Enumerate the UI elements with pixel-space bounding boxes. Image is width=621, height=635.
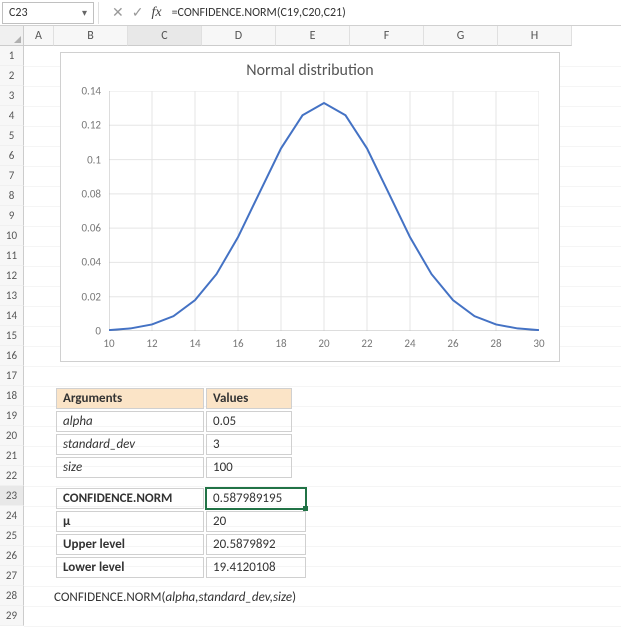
arg-value[interactable]: 100: [206, 457, 292, 478]
row-header-29[interactable]: 29: [0, 606, 24, 626]
function-syntax: CONFIDENCE.NORM(alpha,standard_dev,size): [54, 590, 296, 605]
chart-title: Normal distribution: [61, 61, 559, 80]
arg-name: standard_dev: [56, 434, 204, 455]
row-header-21[interactable]: 21: [0, 446, 24, 466]
row-header-4[interactable]: 4: [0, 106, 24, 126]
row-header-6[interactable]: 6: [0, 146, 24, 166]
chart-y-tick-labels: 00.020.040.060.080.10.120.14: [71, 91, 105, 331]
row-header-7[interactable]: 7: [0, 166, 24, 186]
chart-plot-area: [109, 91, 539, 331]
column-header-F[interactable]: F: [350, 26, 424, 46]
row-header-22[interactable]: 22: [0, 466, 24, 486]
column-header-D[interactable]: D: [202, 26, 276, 46]
formula-bar: C23 ▾ ✕ ✓ fx =CONFIDENCE.NORM(C19,C20,C2…: [0, 0, 621, 26]
chart-x-tick-labels: 1012141618202224262830: [109, 337, 539, 353]
row-header-28[interactable]: 28: [0, 586, 24, 606]
separator: [98, 2, 104, 24]
column-header-A[interactable]: A: [24, 26, 54, 46]
select-all-corner[interactable]: [0, 26, 24, 46]
row-header-1[interactable]: 1: [0, 46, 24, 66]
row-header-8[interactable]: 8: [0, 186, 24, 206]
row-header-27[interactable]: 27: [0, 566, 24, 586]
column-header-G[interactable]: G: [424, 26, 498, 46]
row-header-13[interactable]: 13: [0, 286, 24, 306]
row-header-14[interactable]: 14: [0, 306, 24, 326]
fx-icon[interactable]: fx: [151, 5, 161, 21]
row-header-5[interactable]: 5: [0, 126, 24, 146]
row-header-9[interactable]: 9: [0, 206, 24, 226]
row-header-12[interactable]: 12: [0, 266, 24, 286]
result-value-active-cell[interactable]: 0.587989195: [206, 488, 306, 509]
arg-value[interactable]: 3: [206, 434, 292, 455]
row-header-23[interactable]: 23: [0, 486, 24, 506]
row-header-18[interactable]: 18: [0, 386, 24, 406]
row-header-3[interactable]: 3: [0, 86, 24, 106]
name-box-value: C23: [9, 6, 28, 20]
chart-svg: [109, 91, 539, 331]
arg-value[interactable]: 0.05: [206, 411, 292, 432]
column-header-H[interactable]: H: [498, 26, 572, 46]
result-name: Upper level: [56, 534, 204, 555]
cancel-icon[interactable]: ✕: [112, 4, 124, 21]
formula-bar-icons: ✕ ✓ fx: [108, 4, 166, 21]
column-header-B[interactable]: B: [54, 26, 128, 46]
accept-icon[interactable]: ✓: [132, 4, 144, 21]
syntax-fn: CONFIDENCE.NORM(: [54, 590, 165, 605]
row-headers: 1234567891011121314151617181920212223242…: [0, 46, 24, 626]
chevron-down-icon[interactable]: ▾: [82, 6, 87, 19]
arg-name: size: [56, 457, 204, 478]
row-header-24[interactable]: 24: [0, 506, 24, 526]
result-value[interactable]: 20: [206, 511, 306, 532]
row-header-10[interactable]: 10: [0, 226, 24, 246]
column-header-E[interactable]: E: [276, 26, 350, 46]
syntax-close: ): [292, 590, 296, 605]
chart-normal-distribution[interactable]: Normal distribution 00.020.040.060.080.1…: [60, 52, 560, 362]
result-name: CONFIDENCE.NORM: [56, 488, 204, 509]
result-value[interactable]: 19.4120108: [206, 557, 306, 578]
row-header-11[interactable]: 11: [0, 246, 24, 266]
formula-input[interactable]: =CONFIDENCE.NORM(C19,C20,C21): [166, 6, 621, 20]
row-header-16[interactable]: 16: [0, 346, 24, 366]
syntax-args: alpha,standard_dev,size: [165, 590, 292, 605]
row-header-26[interactable]: 26: [0, 546, 24, 566]
arguments-table[interactable]: Arguments Values alpha0.05 standard_dev3…: [54, 386, 294, 480]
row-header-15[interactable]: 15: [0, 326, 24, 346]
results-table[interactable]: CONFIDENCE.NORM0.587989195 μ20 Upper lev…: [54, 486, 308, 580]
row-header-17[interactable]: 17: [0, 366, 24, 386]
column-headers: ABCDEFGH: [24, 26, 572, 46]
row-header-2[interactable]: 2: [0, 66, 24, 86]
row-header-25[interactable]: 25: [0, 526, 24, 546]
arg-name: alpha: [56, 411, 204, 432]
name-box[interactable]: C23 ▾: [2, 2, 94, 24]
column-header-C[interactable]: C: [128, 26, 202, 46]
row-header-19[interactable]: 19: [0, 406, 24, 426]
row-header-20[interactable]: 20: [0, 426, 24, 446]
arguments-header: Arguments: [56, 388, 204, 409]
values-header: Values: [206, 388, 292, 409]
result-name: μ: [56, 511, 204, 532]
result-value[interactable]: 20.5879892: [206, 534, 306, 555]
result-name: Lower level: [56, 557, 204, 578]
